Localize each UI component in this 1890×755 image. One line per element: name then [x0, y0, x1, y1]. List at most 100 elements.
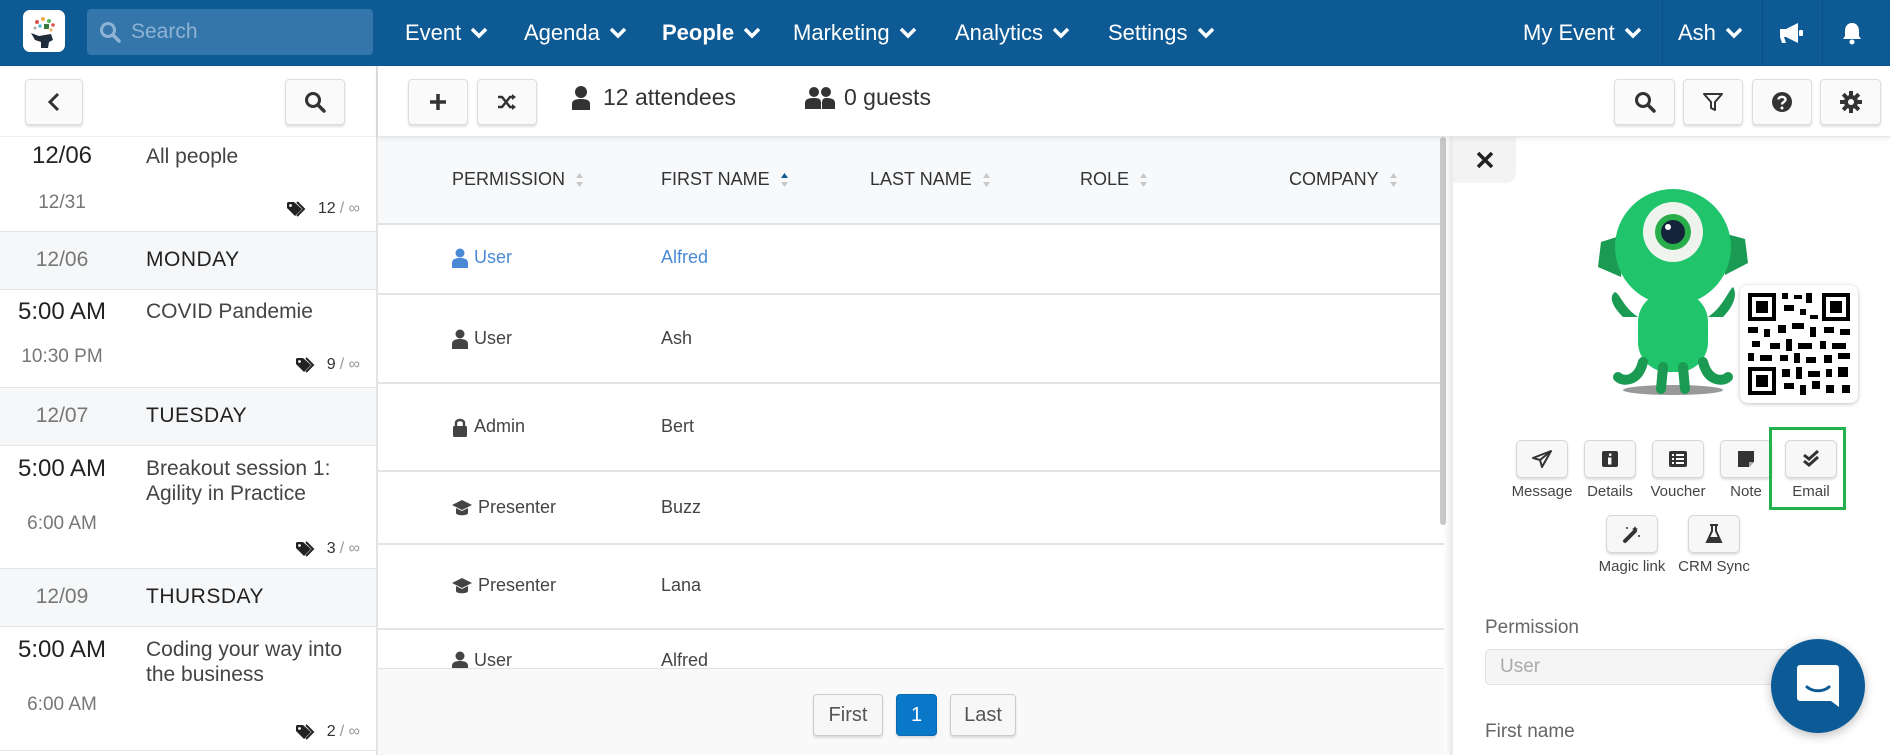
column-label: ROLE: [1080, 169, 1130, 189]
table-row[interactable]: User Alfred: [378, 630, 1444, 668]
agenda-list: 12/06 12/31 All people 12 / ∞ 12/06 MOND…: [0, 137, 376, 751]
cell-permission: Presenter: [452, 575, 556, 596]
session-title: Breakout session 1: Agility in Practice: [146, 457, 331, 505]
nav-analytics-label: Analytics: [955, 20, 1044, 45]
search-icon: [100, 22, 121, 43]
info-icon: [1602, 451, 1618, 467]
chevron-down-icon: [1197, 27, 1214, 39]
users-icon: [805, 86, 835, 109]
add-person-button[interactable]: [408, 79, 468, 125]
cell-permission: Admin: [452, 416, 525, 437]
table-row[interactable]: User Ash: [378, 295, 1444, 384]
table-row[interactable]: Presenter Buzz: [378, 472, 1444, 545]
back-button[interactable]: [25, 79, 83, 125]
note-action[interactable]: Note: [1717, 440, 1775, 500]
column-label: LAST NAME: [870, 169, 972, 189]
close-panel-button[interactable]: [1453, 137, 1516, 183]
nav-settings[interactable]: Settings: [1108, 0, 1215, 66]
sort-icon: [982, 171, 991, 189]
capacity-value: / ∞: [339, 723, 360, 740]
column-header-permission[interactable]: PERMISSION: [452, 169, 584, 190]
last-page-button[interactable]: Last: [950, 694, 1016, 736]
chat-widget-button[interactable]: [1771, 639, 1865, 733]
chevron-down-icon: [1052, 27, 1070, 39]
filter-button[interactable]: [1683, 79, 1743, 125]
column-label: FIRST NAME: [661, 169, 770, 189]
plus-icon: [430, 94, 446, 110]
help-button[interactable]: [1752, 79, 1812, 125]
app-logo[interactable]: [23, 10, 65, 52]
column-header-first-name[interactable]: FIRST NAME: [661, 169, 789, 190]
nav-people[interactable]: People: [662, 0, 761, 66]
cell-first-name: Ash: [661, 328, 693, 348]
column-header-last-name[interactable]: LAST NAME: [870, 169, 991, 190]
capacity-symbol: ∞: [348, 723, 360, 740]
chevron-left-icon: [47, 92, 60, 112]
crm-sync-action[interactable]: CRM Sync: [1678, 515, 1750, 575]
announcements-button[interactable]: [1764, 0, 1820, 66]
user-icon: [572, 85, 590, 110]
count-value: 12: [317, 200, 336, 217]
nav-marketing[interactable]: Marketing: [793, 0, 917, 66]
magic-link-action[interactable]: Magic link: [1599, 515, 1665, 575]
session-start: 12/06: [31, 142, 93, 169]
agenda-day-header: 12/07 TUESDAY: [0, 388, 376, 446]
qr-code[interactable]: [1740, 285, 1858, 403]
table-row[interactable]: Presenter Lana: [378, 545, 1444, 630]
session-attendee-count: 2 / ∞: [295, 723, 360, 741]
table-row[interactable]: Admin Bert: [378, 384, 1444, 472]
cell-permission: Presenter: [452, 497, 556, 518]
permission-label: Presenter: [478, 575, 557, 595]
table-header: PERMISSION FIRST NAME LAST NAME ROLE COM…: [378, 137, 1444, 225]
column-header-role[interactable]: ROLE: [1080, 169, 1148, 190]
global-search[interactable]: [87, 9, 373, 55]
cell-permission: User: [452, 247, 512, 268]
action-label: Voucher: [1650, 483, 1706, 500]
email-action-highlight: [1769, 427, 1846, 510]
cell-first-name: Bert: [661, 416, 695, 436]
capacity-symbol: ∞: [348, 540, 360, 557]
agenda-session[interactable]: 5:00 AM 6:00 AM Coding your way into the…: [0, 627, 376, 751]
message-action[interactable]: Message: [1512, 440, 1572, 500]
shuffle-button[interactable]: [477, 79, 537, 125]
capacity-value: / ∞: [339, 540, 360, 557]
avatar: [1598, 189, 1748, 395]
session-attendee-count: 3 / ∞: [295, 540, 360, 558]
voucher-action[interactable]: Voucher: [1649, 440, 1707, 500]
table-row-selected[interactable]: User Alfred: [378, 225, 1444, 295]
nav-event[interactable]: Event: [405, 0, 488, 66]
pagination: First 1 Last: [378, 668, 1444, 755]
table-vertical-scrollbar[interactable]: [1440, 137, 1446, 525]
notifications-button[interactable]: [1824, 0, 1880, 66]
list-icon: [1669, 451, 1687, 467]
first-page-button[interactable]: First: [813, 694, 883, 736]
agenda-session[interactable]: 5:00 AM 6:00 AM Breakout session 1: Agil…: [0, 446, 376, 569]
page-1-button[interactable]: 1: [896, 694, 937, 736]
event-selector[interactable]: My Event: [1523, 0, 1642, 66]
day-date: 12/07: [35, 404, 89, 427]
chevron-down-icon: [743, 27, 761, 39]
search-input[interactable]: [131, 20, 351, 44]
sidebar-search-button[interactable]: [285, 79, 345, 125]
nav-event-label: Event: [405, 20, 462, 45]
settings-button[interactable]: [1820, 79, 1881, 125]
column-label: PERMISSION: [452, 169, 566, 189]
agenda-session[interactable]: 5:00 AM 10:30 PM COVID Pandemie 9 / ∞: [0, 290, 376, 388]
nav-analytics[interactable]: Analytics: [955, 0, 1070, 66]
cell-permission: User: [452, 650, 512, 668]
user-menu[interactable]: Ash: [1678, 0, 1743, 66]
agenda-session-all-people[interactable]: 12/06 12/31 All people 12 / ∞: [0, 137, 376, 232]
column-header-company[interactable]: COMPANY: [1289, 169, 1398, 190]
details-action[interactable]: Details: [1581, 440, 1639, 500]
top-navigation-bar: Event Agenda People Marketing Analytics …: [0, 0, 1890, 66]
permission-label: Admin: [474, 416, 526, 436]
table-search-button[interactable]: [1614, 79, 1675, 125]
agenda-day-header: 12/09 THURSDAY: [0, 569, 376, 627]
nav-agenda[interactable]: Agenda: [524, 0, 627, 66]
lock-icon: [453, 418, 467, 437]
day-date: 12/09: [35, 585, 89, 608]
guests-label: 0 guests: [844, 84, 931, 110]
people-toolbar: 12 attendees 0 guests: [378, 66, 1890, 137]
chevron-down-icon: [899, 27, 916, 39]
gear-icon: [1839, 91, 1862, 113]
